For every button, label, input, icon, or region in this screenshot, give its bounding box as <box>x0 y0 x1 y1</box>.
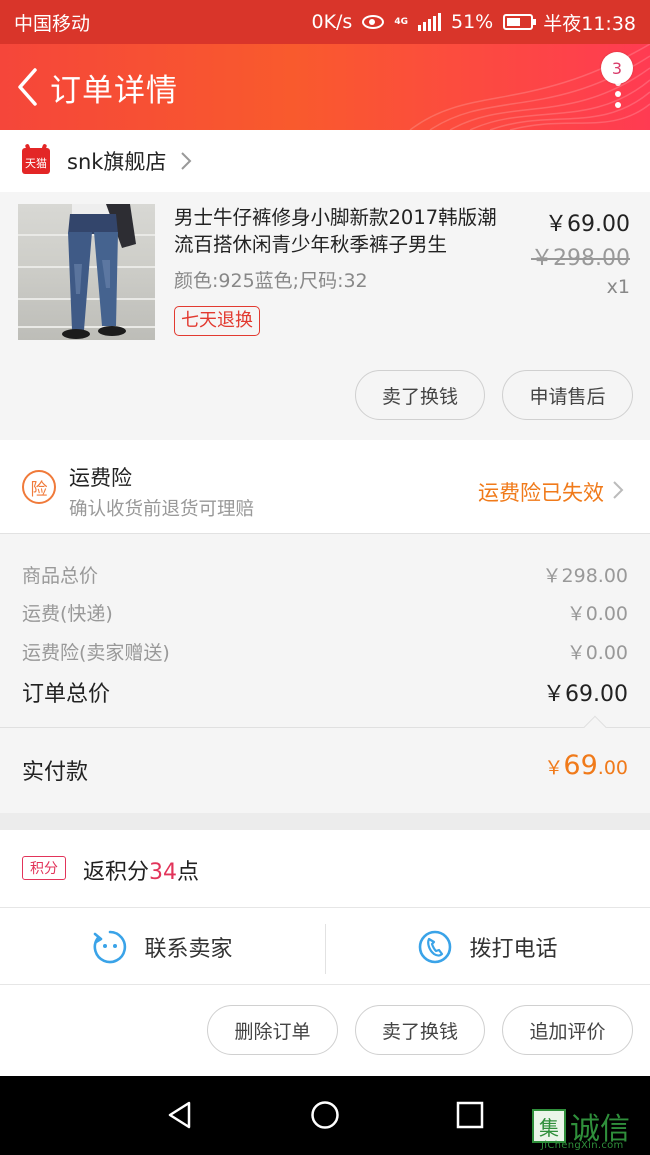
home-circle-icon[interactable] <box>310 1100 340 1130</box>
product-image[interactable] <box>18 204 155 340</box>
product-spec: 颜色:925蓝色;尺码:32 <box>174 270 368 292</box>
status-bar: 中国移动 0K/s 4G 51% 半夜11:38 <box>0 0 650 44</box>
shop-row[interactable]: 天猫 snk旗舰店 <box>0 130 650 192</box>
summary-row-insurance: 运费险(卖家赠送) ￥0.00 <box>22 638 628 665</box>
summary-value: ￥0.00 <box>566 642 628 664</box>
carrier-name: 中国移动 <box>14 12 91 35</box>
amount-integer: 69 <box>563 750 598 781</box>
points-amount: 34 <box>149 860 178 885</box>
chat-face-icon <box>94 930 127 963</box>
shop-name: snk旗舰店 <box>67 150 167 174</box>
contact-seller-button[interactable]: 联系卖家 <box>0 908 325 985</box>
chevron-right-icon <box>181 152 192 170</box>
contact-bar: 联系卖家 拨打电话 <box>0 908 650 985</box>
insurance-title: 运费险 <box>69 466 132 490</box>
insurance-status: 运费险已失效 <box>478 481 604 505</box>
watermark-url: JiChengXin.com <box>541 1140 624 1151</box>
amount-decimal: .00 <box>597 757 628 779</box>
after-sale-button[interactable]: 申请售后 <box>502 370 633 420</box>
nav-bar: 订单详情 3 <box>0 44 650 130</box>
chevron-right-icon <box>613 481 624 499</box>
add-review-button[interactable]: 追加评价 <box>502 1005 633 1055</box>
actual-payment-amount: ￥69.00 <box>544 750 628 781</box>
message-count-badge: 3 <box>601 52 633 84</box>
resell-button[interactable]: 卖了换钱 <box>355 370 485 420</box>
product-card: 男士牛仔裤修身小脚新款2017韩版潮流百搭休闲青少年秋季裤子男生 颜色:925蓝… <box>0 192 650 440</box>
product-title[interactable]: 男士牛仔裤修身小脚新款2017韩版潮流百搭休闲青少年秋季裤子男生 <box>174 204 514 258</box>
actual-payment-label: 实付款 <box>22 760 89 785</box>
summary-row-total: 订单总价 ￥69.00 <box>22 676 628 708</box>
signal-icon <box>418 13 441 31</box>
points-prefix: 返积分 <box>83 860 150 885</box>
points-row: 积分 返积分34点 <box>0 830 650 908</box>
network-speed: 0K/s <box>311 11 353 33</box>
page-title: 订单详情 <box>50 72 178 109</box>
contact-seller-label: 联系卖家 <box>144 936 233 962</box>
summary-value: ￥298.00 <box>542 565 628 587</box>
order-actions: 删除订单 卖了换钱 追加评价 <box>0 985 650 1076</box>
insurance-subtitle: 确认收货前退货可理赔 <box>69 499 255 520</box>
section-gap <box>0 813 650 830</box>
tmall-icon: 天猫 <box>22 148 50 174</box>
order-total-label: 订单总价 <box>22 682 111 707</box>
summary-row-goods: 商品总价 ￥298.00 <box>22 561 628 588</box>
order-total-value: ￥69.00 <box>543 682 628 707</box>
summary-label: 运费险(卖家赠送) <box>22 642 170 664</box>
recents-square-icon[interactable] <box>455 1100 485 1130</box>
insurance-icon: 险 <box>22 470 56 504</box>
resell-button[interactable]: 卖了换钱 <box>355 1005 485 1055</box>
delete-order-button[interactable]: 删除订单 <box>207 1005 338 1055</box>
back-triangle-icon[interactable] <box>165 1100 195 1130</box>
call-phone-label: 拨打电话 <box>469 936 558 962</box>
network-type: 4G <box>394 16 408 27</box>
points-suffix: 点 <box>177 860 200 885</box>
call-phone-button[interactable]: 拨打电话 <box>325 908 650 985</box>
product-quantity: x1 <box>606 276 630 298</box>
product-original-price: ￥298.00 <box>531 246 630 271</box>
watermark-logo: 集 <box>532 1109 566 1143</box>
back-button[interactable] <box>6 44 50 130</box>
summary-label: 商品总价 <box>22 565 99 587</box>
battery-icon <box>503 14 537 30</box>
summary-value: ￥0.00 <box>566 603 628 625</box>
eye-comfort-icon <box>362 15 385 29</box>
summary-label: 运费(快递) <box>22 603 113 625</box>
points-text: 返积分34点 <box>83 854 199 886</box>
actual-payment-row: 实付款 ￥69.00 <box>0 715 650 813</box>
more-menu-button[interactable] <box>614 80 622 120</box>
product-price: ￥69.00 <box>545 212 630 237</box>
battery-percent: 51% <box>451 11 494 33</box>
back-arrow-icon <box>18 68 37 106</box>
clock: 半夜11:38 <box>543 12 636 35</box>
points-icon: 积分 <box>22 856 66 880</box>
phone-icon <box>419 930 452 963</box>
seven-day-return-tag: 七天退换 <box>174 306 260 336</box>
currency-symbol: ￥ <box>544 757 564 779</box>
shipping-insurance-row[interactable]: 险 运费险 确认收货前退货可理赔 运费险已失效 <box>0 440 650 534</box>
summary-row-shipping: 运费(快递) ￥0.00 <box>22 599 628 626</box>
price-summary: 商品总价 ￥298.00 运费(快递) ￥0.00 运费险(卖家赠送) ￥0.0… <box>0 534 650 727</box>
